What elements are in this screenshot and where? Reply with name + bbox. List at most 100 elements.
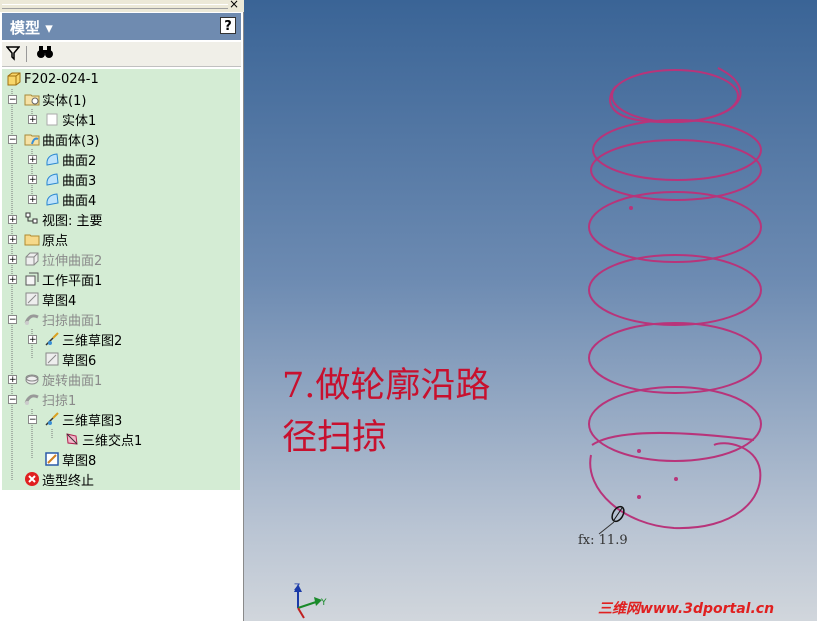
tree-item-end-of-part[interactable]: 造型终止 — [24, 469, 94, 489]
tree-item-label: 旋转曲面1 — [42, 373, 103, 389]
browser-toolbar — [2, 42, 241, 67]
collapse-icon[interactable]: − — [8, 135, 17, 145]
tree-item-sketch-8[interactable]: 草图8 — [44, 449, 96, 469]
tree-item-sweep-1[interactable]: 扫掠1 — [24, 389, 76, 409]
collapse-icon[interactable]: − — [8, 315, 17, 325]
expand-icon[interactable]: + — [28, 155, 37, 165]
tree-item-label: 曲面4 — [62, 193, 97, 209]
tree-item-work-plane-1[interactable]: 工作平面1 — [24, 269, 102, 289]
tree-item-label: 拉伸曲面2 — [42, 253, 103, 269]
expand-icon[interactable]: + — [8, 215, 17, 225]
sweep-icon — [24, 394, 39, 405]
expand-icon[interactable]: + — [28, 175, 37, 185]
tree-item-view[interactable]: 视图: 主要 — [24, 209, 103, 229]
tree-item-surface-4[interactable]: 曲面4 — [44, 189, 96, 209]
end-of-part-icon — [25, 472, 39, 486]
folder-icon — [24, 234, 40, 246]
3d-sketch-icon — [45, 332, 59, 346]
panel-grip[interactable] — [0, 0, 244, 12]
annotation-line-2: 径扫掠 — [282, 418, 388, 458]
collapse-icon[interactable]: − — [28, 415, 37, 425]
tree-item-extrude-surface-2[interactable]: 拉伸曲面2 — [24, 249, 102, 269]
filter-icon[interactable] — [6, 45, 20, 61]
tree-item-label: F202-024-1 — [24, 71, 99, 87]
tree-item-label: 三维交点1 — [82, 433, 143, 449]
tree-item-3d-intersection-1[interactable]: 三维交点1 — [64, 429, 142, 449]
surface-bodies-icon — [24, 134, 40, 146]
tree-item-label: 实体1 — [62, 113, 97, 129]
tree-item-revolve-surface-1[interactable]: 旋转曲面1 — [24, 369, 102, 389]
tree-item-label: 曲面2 — [62, 153, 97, 169]
work-plane-icon — [25, 272, 39, 286]
collapse-icon[interactable]: − — [8, 395, 17, 405]
sweep-surface-icon — [24, 314, 39, 325]
extrude-icon — [25, 252, 39, 266]
panel-title[interactable]: 模型 ▾ — [10, 17, 53, 38]
tree-item-origin[interactable]: 原点 — [24, 229, 68, 249]
expand-icon[interactable]: + — [8, 235, 17, 245]
axis-triad-icon: Z Y — [294, 583, 327, 619]
solid-bodies-icon — [24, 94, 40, 106]
tree-item-solid-bodies[interactable]: 实体(1) — [24, 89, 86, 109]
expand-icon[interactable]: + — [8, 375, 17, 385]
annotation-line-1: 7.做轮廓沿路 — [282, 366, 491, 406]
view-icon — [25, 212, 38, 224]
3d-sketch-icon — [45, 412, 59, 426]
panel-header[interactable]: 模型 ▾ ? — [2, 13, 241, 40]
tree-item-sweep-surface-1[interactable]: 扫掠曲面1 — [24, 309, 102, 329]
sketch-active-icon — [45, 452, 59, 466]
tree-item-sketch-6[interactable]: 草图6 — [44, 349, 96, 369]
tree-item-label: 草图4 — [42, 293, 77, 309]
tree-item-surface-3[interactable]: 曲面3 — [44, 169, 96, 189]
intersection-icon — [66, 433, 78, 445]
model-browser-panel: × 模型 ▾ ? F202-024-1 − 实体(1) + 实体1 − 曲面体(… — [0, 0, 244, 621]
expand-icon[interactable]: + — [28, 195, 37, 205]
tree-item-solid-body[interactable]: 实体1 — [44, 109, 96, 129]
axis-z-label: Z — [294, 583, 300, 593]
helix-points — [629, 206, 678, 499]
close-icon[interactable]: × — [229, 0, 239, 10]
tree-item-3d-sketch-3[interactable]: 三维草图3 — [44, 409, 122, 429]
tree-item-label: 工作平面1 — [42, 273, 103, 289]
expand-icon[interactable]: + — [8, 275, 17, 285]
expand-icon[interactable]: + — [28, 115, 37, 125]
sketch-icon — [45, 352, 59, 366]
dimension-label[interactable]: fx: 11.9 — [578, 533, 628, 548]
helix-path — [588, 67, 762, 530]
revolve-icon — [25, 374, 39, 385]
tree-item-label: 曲面体(3) — [42, 133, 100, 149]
tree-item-label: 造型终止 — [42, 473, 95, 489]
surface-icon — [46, 193, 59, 206]
tree-item-3d-sketch-2[interactable]: 三维草图2 — [44, 329, 122, 349]
toolbar-separator — [26, 46, 27, 62]
tree-item-label: 三维草图2 — [62, 333, 123, 349]
tree-item-surface-2[interactable]: 曲面2 — [44, 149, 96, 169]
sketch-icon — [25, 292, 39, 306]
tree-item-label: 扫掠曲面1 — [42, 313, 103, 329]
collapse-icon[interactable]: − — [8, 95, 17, 105]
tree-item-surface-bodies[interactable]: 曲面体(3) — [24, 129, 99, 149]
graphics-viewport[interactable]: Z Y — [244, 0, 817, 621]
expand-icon[interactable]: + — [28, 335, 37, 345]
axis-y-label: Y — [320, 598, 327, 608]
tree-item-label: 原点 — [42, 233, 69, 249]
surface-icon — [46, 173, 59, 186]
expand-icon[interactable]: + — [8, 255, 17, 265]
tree-item-part-root[interactable]: F202-024-1 — [6, 69, 99, 89]
tree-item-label: 曲面3 — [62, 173, 97, 189]
tree-item-label: 草图8 — [62, 453, 97, 469]
binoculars-icon[interactable] — [36, 44, 54, 60]
watermark: 三维网www.3dportal.cn — [598, 601, 775, 617]
solid-body-icon — [46, 113, 58, 126]
helix-model[interactable] — [244, 0, 817, 621]
tree-item-label: 三维草图3 — [62, 413, 123, 429]
tree-item-sketch-4[interactable]: 草图4 — [24, 289, 76, 309]
surface-icon — [46, 153, 59, 166]
part-icon — [7, 72, 21, 86]
help-button[interactable]: ? — [220, 17, 236, 34]
tree-item-label: 草图6 — [62, 353, 97, 369]
tutorial-annotation: 7.做轮廓沿路 径扫掠 — [282, 360, 490, 464]
tree-item-label: 扫掠1 — [42, 393, 77, 409]
profile-circle[interactable] — [598, 505, 626, 535]
tree-item-label: 实体(1) — [42, 93, 87, 109]
